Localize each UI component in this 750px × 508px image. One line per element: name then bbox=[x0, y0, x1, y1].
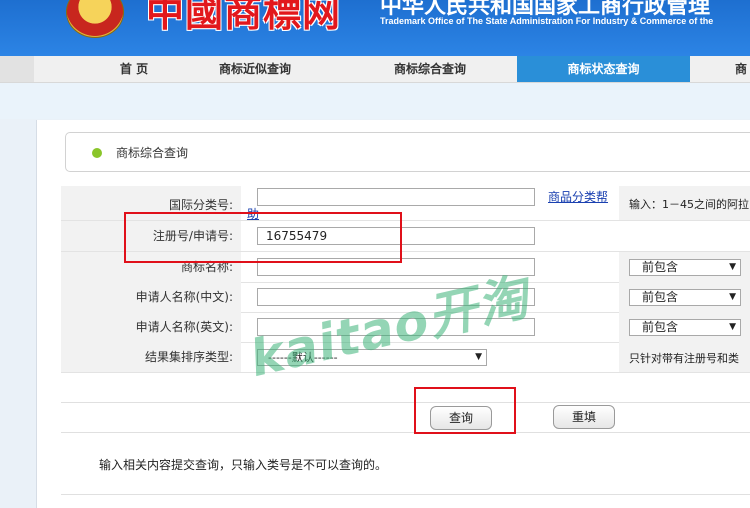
national-emblem-icon bbox=[66, 0, 124, 38]
section-title: 商标综合查询 bbox=[116, 146, 189, 160]
nav-left-edge bbox=[0, 56, 34, 82]
nav-status-search[interactable]: 商标状态查询 bbox=[517, 56, 690, 82]
main-nav: 首 页 商标近似查询 商标综合查询 商标状态查询 商 bbox=[0, 56, 750, 83]
intl-class-input[interactable] bbox=[257, 188, 535, 206]
nav-comprehensive-search[interactable]: 商标综合查询 bbox=[344, 56, 516, 82]
divider bbox=[61, 494, 750, 495]
sort-hint: 只针对带有注册号和类 bbox=[629, 352, 739, 365]
applicant-en-match-value: 前包含 bbox=[642, 320, 679, 334]
divider bbox=[61, 432, 750, 433]
sub-nav-band bbox=[0, 83, 750, 119]
chevron-down-icon: ▼ bbox=[475, 352, 482, 362]
intl-class-hint: 输入：1－45之间的阿拉 bbox=[629, 198, 749, 211]
instruction-note: 输入相关内容提交查询，只输入类号是不可以查询的。 bbox=[99, 458, 388, 472]
applicant-en-match-select[interactable]: 前包含 ▼ bbox=[629, 319, 741, 336]
chevron-down-icon: ▼ bbox=[729, 292, 736, 302]
registration-no-highlight bbox=[124, 212, 402, 263]
reset-button[interactable]: 重填 bbox=[553, 405, 615, 429]
query-button-highlight bbox=[414, 387, 516, 434]
section-header: 商标综合查询 bbox=[65, 132, 750, 172]
applicant-cn-label: 申请人名称(中文): bbox=[61, 282, 241, 312]
applicant-cn-match-value: 前包含 bbox=[642, 290, 679, 304]
site-header: 中國商標网 中华人民共和国国家工商行政管理 Trademark Office o… bbox=[0, 0, 750, 56]
applicant-cn-match-select[interactable]: 前包含 ▼ bbox=[629, 289, 741, 306]
sort-type-label: 结果集排序类型: bbox=[61, 342, 241, 372]
bullet-dot-icon bbox=[92, 148, 102, 158]
chevron-down-icon: ▼ bbox=[729, 262, 736, 272]
org-name-en: Trademark Office of The State Administra… bbox=[380, 16, 714, 26]
mark-name-match-select[interactable]: 前包含 ▼ bbox=[629, 259, 741, 276]
nav-overflow-item[interactable]: 商 bbox=[735, 56, 750, 82]
mark-name-match-value: 前包含 bbox=[642, 260, 679, 274]
site-logo[interactable]: 中國商標网 bbox=[146, 0, 341, 37]
nav-similar-search[interactable]: 商标近似查询 bbox=[170, 56, 340, 82]
chevron-down-icon: ▼ bbox=[729, 322, 736, 332]
goods-class-help-link[interactable]: 商品分类帮 bbox=[548, 188, 608, 205]
applicant-en-label: 申请人名称(英文): bbox=[61, 312, 241, 342]
divider bbox=[61, 402, 750, 403]
